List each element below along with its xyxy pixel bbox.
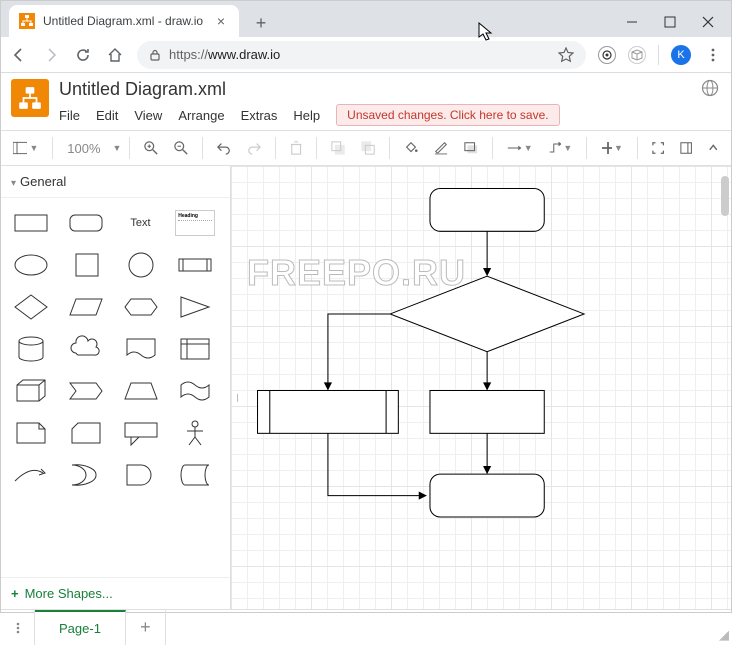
language-icon[interactable] <box>701 79 721 100</box>
flowchart-diagram[interactable] <box>231 166 731 595</box>
shape-curve-arrow[interactable] <box>9 458 53 492</box>
favicon-icon <box>19 13 35 29</box>
resize-grip-icon: ◢ <box>717 625 731 645</box>
url-bar[interactable]: https://www.draw.io <box>137 41 586 69</box>
url-text: https://www.draw.io <box>169 47 550 62</box>
shape-triangle[interactable] <box>173 290 217 324</box>
shape-heading-preview[interactable]: Heading <box>173 206 217 240</box>
document-title[interactable]: Untitled Diagram.xml <box>59 79 691 100</box>
connection-button[interactable]: ▼ <box>501 136 538 160</box>
shape-process[interactable] <box>173 248 217 282</box>
shape-internal-storage[interactable] <box>173 332 217 366</box>
shape-or[interactable] <box>64 458 108 492</box>
category-general[interactable]: General <box>1 166 230 198</box>
shape-cube[interactable] <box>9 374 53 408</box>
shape-tape[interactable] <box>173 374 217 408</box>
page-menu-button[interactable] <box>1 610 35 645</box>
shape-text[interactable]: Text <box>119 206 163 240</box>
shape-rectangle[interactable] <box>9 206 53 240</box>
unsaved-warning[interactable]: Unsaved changes. Click here to save. <box>336 104 559 126</box>
shapes-sidebar: General Text Heading <box>1 166 231 609</box>
toolbar: ▼ 100% ▼ ▼ ▼ ▼ <box>1 130 731 166</box>
line-color-button[interactable] <box>428 136 454 160</box>
shape-circle[interactable] <box>119 248 163 282</box>
app-logo-icon[interactable] <box>11 79 49 117</box>
menu-help[interactable]: Help <box>293 108 320 123</box>
main-area: General Text Heading <box>1 166 731 609</box>
shape-cylinder[interactable] <box>9 332 53 366</box>
shape-ellipse[interactable] <box>9 248 53 282</box>
zoom-out-button[interactable] <box>168 136 194 160</box>
app-header: Untitled Diagram.xml File Edit View Arra… <box>1 73 731 126</box>
menu-view[interactable]: View <box>134 108 162 123</box>
shape-card[interactable] <box>64 416 108 450</box>
canvas-scrollbar[interactable] <box>721 176 729 216</box>
shapes-palette: Text Heading <box>1 198 230 577</box>
shape-hexagon[interactable] <box>119 290 163 324</box>
fullscreen-button[interactable] <box>646 136 670 160</box>
shape-parallelogram[interactable] <box>64 290 108 324</box>
menu-extras[interactable]: Extras <box>241 108 278 123</box>
shape-document[interactable] <box>119 332 163 366</box>
shape-note[interactable] <box>9 416 53 450</box>
shape-rounded-rectangle[interactable] <box>64 206 108 240</box>
tab-title: Untitled Diagram.xml - draw.io <box>43 14 205 28</box>
window-maximize-button[interactable] <box>663 15 677 29</box>
browser-tab[interactable]: Untitled Diagram.xml - draw.io × <box>9 5 239 37</box>
reload-button[interactable] <box>73 47 93 63</box>
forward-button[interactable] <box>41 47 61 63</box>
menubar: File Edit View Arrange Extras Help Unsav… <box>59 104 691 126</box>
window-close-button[interactable] <box>701 15 715 29</box>
browser-navbar: https://www.draw.io K <box>1 37 731 73</box>
shape-datastore[interactable] <box>173 458 217 492</box>
browser-titlebar: Untitled Diagram.xml - draw.io × + <box>1 1 731 37</box>
sidebar-collapse-handle[interactable]: ❘❘ <box>231 388 238 408</box>
extension-icon-2[interactable] <box>628 46 646 64</box>
extension-icon-1[interactable] <box>598 46 616 64</box>
watermark-text: FREEPO.RU <box>247 252 466 294</box>
waypoint-button[interactable]: ▼ <box>543 136 579 160</box>
home-button[interactable] <box>105 47 125 63</box>
shape-diamond[interactable] <box>9 290 53 324</box>
new-tab-button[interactable]: + <box>247 9 275 37</box>
shape-actor[interactable] <box>173 416 217 450</box>
delete-button[interactable] <box>284 136 308 160</box>
view-mode-button[interactable]: ▼ <box>7 136 44 160</box>
page-tab-1[interactable]: Page-1 <box>35 610 126 645</box>
star-icon[interactable] <box>558 47 574 63</box>
shape-square[interactable] <box>64 248 108 282</box>
canvas[interactable]: ❘❘ FREEPO.RU <box>231 166 731 609</box>
collapse-button[interactable] <box>702 136 725 160</box>
format-panel-button[interactable] <box>674 136 698 160</box>
menu-arrange[interactable]: Arrange <box>178 108 224 123</box>
tab-close-icon[interactable]: × <box>213 13 229 29</box>
to-back-button[interactable] <box>355 136 381 160</box>
lock-icon <box>149 49 161 61</box>
window-minimize-button[interactable] <box>625 15 639 29</box>
add-page-button[interactable]: + <box>126 610 166 645</box>
undo-button[interactable] <box>211 136 237 160</box>
shape-cloud[interactable] <box>64 332 108 366</box>
back-button[interactable] <box>9 47 29 63</box>
footer: Page-1 + ◢ <box>1 609 731 645</box>
redo-button[interactable] <box>241 136 267 160</box>
shape-callout[interactable] <box>119 416 163 450</box>
zoom-in-button[interactable] <box>138 136 164 160</box>
fill-color-button[interactable] <box>398 136 424 160</box>
shape-trapezoid[interactable] <box>119 374 163 408</box>
to-front-button[interactable] <box>325 136 351 160</box>
shape-and[interactable] <box>119 458 163 492</box>
shadow-button[interactable] <box>458 136 484 160</box>
menu-edit[interactable]: Edit <box>96 108 118 123</box>
user-badge[interactable]: K <box>671 45 691 65</box>
zoom-level[interactable]: 100% <box>61 141 106 156</box>
browser-menu-button[interactable] <box>703 48 723 62</box>
shape-step[interactable] <box>64 374 108 408</box>
menu-file[interactable]: File <box>59 108 80 123</box>
insert-button[interactable]: ▼ <box>595 136 629 160</box>
zoom-dropdown-icon[interactable]: ▼ <box>113 143 122 153</box>
more-shapes-button[interactable]: More Shapes... <box>1 577 230 609</box>
